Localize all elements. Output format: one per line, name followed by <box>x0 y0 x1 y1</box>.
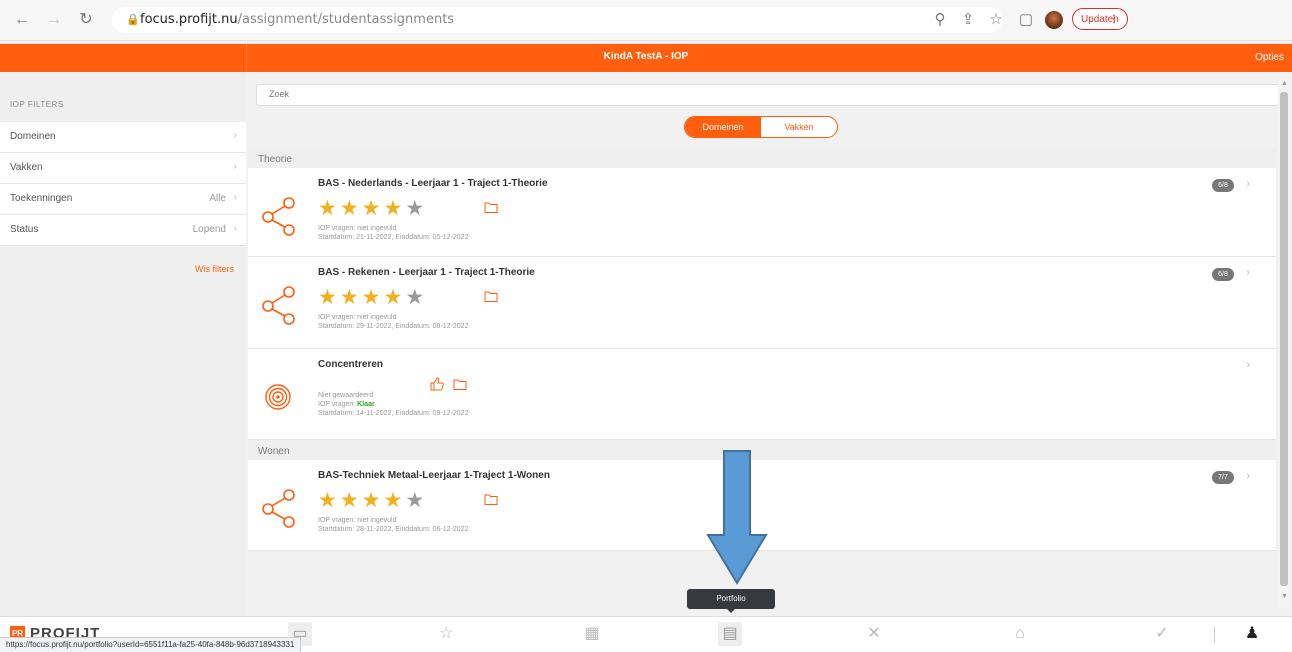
assignment-card[interactable]: Concentreren Niet gewaardeerd IOP vragen… <box>248 349 1276 440</box>
lock-icon: 🔒 <box>126 14 140 26</box>
card-title: BAS - Rekenen - Leerjaar 1 - Traject 1-T… <box>318 267 535 278</box>
check-circle-icon[interactable]: ✓ <box>1150 622 1174 646</box>
target-icon <box>265 384 291 410</box>
nav-divider <box>1214 627 1215 643</box>
chevron-right-icon: › <box>1246 178 1250 190</box>
chevron-right-icon: › <box>233 192 237 203</box>
page-title: KindA TestA - IOP <box>603 51 689 62</box>
thumbs-up-icon[interactable] <box>430 377 444 391</box>
share-icon <box>262 286 295 325</box>
address-bar[interactable]: 🔒 focus.profijt.nu/assignment/studentass… <box>112 7 1002 33</box>
browser-toolbar: ← → ↻ 🔒 focus.profijt.nu/assignment/stud… <box>0 0 1292 41</box>
toggle-vakken[interactable]: Vakken <box>761 117 837 137</box>
options-button[interactable]: Opties <box>1255 52 1284 63</box>
search-input[interactable] <box>257 85 1269 103</box>
section-header: Theorie <box>248 148 1276 168</box>
share-icon <box>262 489 295 528</box>
profile-avatar[interactable] <box>1045 11 1063 29</box>
filter-heading: IOP FILTERS <box>10 100 64 109</box>
chevron-right-icon: › <box>233 130 237 141</box>
search-box[interactable] <box>256 84 1282 106</box>
view-toggle: Domeinen Vakken <box>684 116 838 138</box>
scroll-up-icon[interactable]: ▲ <box>1281 80 1288 87</box>
folder-icon[interactable] <box>484 494 498 505</box>
status-ready: Klaar <box>357 401 375 408</box>
tools-icon[interactable]: ✕ <box>862 622 886 646</box>
filter-item-vakken[interactable]: Vakken › <box>0 153 246 184</box>
chevron-right-icon: › <box>233 223 237 234</box>
reload-icon[interactable]: ↻ <box>76 10 96 30</box>
chevron-right-icon: › <box>1246 359 1250 371</box>
scrollbar[interactable]: ▲ ▼ <box>1278 78 1290 608</box>
calendar-icon[interactable]: ▦ <box>580 622 604 646</box>
card-title: Concentreren <box>318 359 384 370</box>
bookmark-star-icon[interactable]: ☆ <box>986 10 1006 30</box>
back-icon[interactable]: ← <box>12 10 32 30</box>
progress-badge: 6/8 <box>1212 268 1234 281</box>
star-rating: ★★★★★ <box>318 489 428 512</box>
toggle-domeinen[interactable]: Domeinen <box>685 117 761 137</box>
filter-list: Domeinen › Vakken › Toekenningen Alle › Stat… <box>0 122 246 246</box>
card-meta: Niet gewaardeerd IOP vragen: Klaar Start… <box>318 392 469 417</box>
filter-item-status[interactable]: Status Lopend › <box>0 215 246 246</box>
folder-icon[interactable] <box>484 291 498 302</box>
assignment-card[interactable]: BAS - Rekenen - Leerjaar 1 - Traject 1-T… <box>248 257 1276 349</box>
card-meta: IOP vragen: niet ingevuld Startdatum: 29-… <box>318 314 469 330</box>
sidepanel-icon[interactable]: ▢ <box>1016 10 1036 30</box>
star-rating: ★★★★★ <box>318 286 428 309</box>
star-rating: ★★★★★ <box>318 197 428 220</box>
progress-badge: 7/7 <box>1212 471 1234 484</box>
share-icon <box>262 197 295 236</box>
folder-icon[interactable] <box>453 379 467 390</box>
scrollbar-thumb[interactable] <box>1280 92 1288 586</box>
filter-item-toekenningen[interactable]: Toekenningen Alle › <box>0 184 246 215</box>
chevron-right-icon: › <box>1246 470 1250 482</box>
chevron-right-icon: › <box>233 161 237 172</box>
zoom-icon[interactable]: ⚲ <box>930 10 950 30</box>
link-status-bar: https://focus.profijt.nu/portfolio?userI… <box>0 637 302 652</box>
portfolio-tooltip: Portfolio <box>687 589 775 613</box>
assignment-card[interactable]: BAS - Nederlands - Leerjaar 1 - Traject … <box>248 168 1276 257</box>
app-header: KindA TestA - IOP Opties <box>0 44 1292 72</box>
building-icon[interactable]: ⌂ <box>1008 622 1032 646</box>
chevron-right-icon: › <box>1246 267 1250 279</box>
star-outline-icon[interactable]: ☆ <box>434 622 458 646</box>
forward-icon[interactable]: → <box>44 10 64 30</box>
address-url: focus.profijt.nu/assignment/studentassig… <box>140 12 455 27</box>
card-meta: IOP vragen: niet ingevuld Startdatum: 28-… <box>318 517 469 533</box>
filter-item-domeinen[interactable]: Domeinen › <box>0 122 246 153</box>
card-meta: IOP vragen: niet ingevuld Startdatum: 21-… <box>318 225 469 241</box>
progress-badge: 6/8 <box>1212 179 1234 192</box>
portfolio-icon[interactable]: ▤ <box>718 622 742 646</box>
filter-sidebar: IOP FILTERS Domeinen › Vakken › Toekenning… <box>0 72 246 616</box>
share-page-icon[interactable]: ⇪ <box>958 10 978 30</box>
update-button[interactable]: Updaten ⋮ <box>1072 8 1128 30</box>
user-icon[interactable]: ♟ <box>1240 622 1264 646</box>
card-title: BAS - Nederlands - Leerjaar 1 - Traject … <box>318 178 548 189</box>
folder-icon[interactable] <box>484 202 498 213</box>
scroll-down-icon[interactable]: ▼ <box>1281 593 1288 600</box>
down-arrow-annotation <box>706 450 768 585</box>
clear-filters-link[interactable]: Wis filters <box>195 264 234 274</box>
card-title: BAS-Techniek Metaal-Leerjaar 1-Traject 1… <box>318 470 550 481</box>
